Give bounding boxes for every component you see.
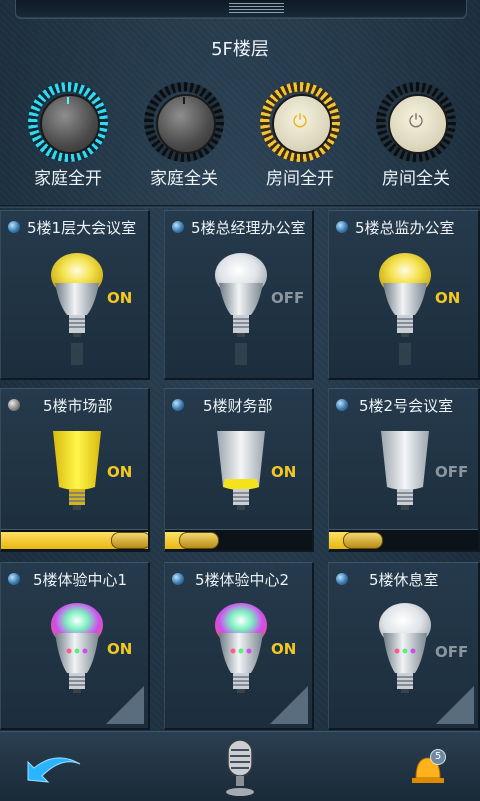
grip-lines-icon xyxy=(229,3,284,13)
room-name: 5楼体验中心2 xyxy=(195,571,290,589)
bulb-icon xyxy=(51,253,103,365)
room-tile-5f-experience-center-2[interactable]: 5楼体验中心2 ON xyxy=(164,562,314,730)
home-all-on-knob[interactable] xyxy=(28,82,108,162)
room-name: 5楼总经理办公室 xyxy=(191,219,306,237)
globe-icon xyxy=(8,573,20,585)
knob-icon xyxy=(156,94,216,154)
dimmer-slider[interactable] xyxy=(329,529,478,550)
room-tile-5f-lounge[interactable]: 5楼休息室 OFF xyxy=(328,562,480,730)
knob-icon xyxy=(40,94,100,154)
home-all-on-label: 家庭全开 xyxy=(34,169,102,189)
state-label: ON xyxy=(107,289,133,307)
state-label: ON xyxy=(107,640,133,658)
state-label: ON xyxy=(271,463,297,481)
knob-indicator xyxy=(183,97,185,104)
globe-icon xyxy=(172,399,184,411)
bulb-icon xyxy=(51,603,103,693)
room-tile-5f-finance[interactable]: 5楼财务部 ON xyxy=(164,388,314,552)
room-tile-5f-conference-hall[interactable]: 5楼1层大会议室 ON xyxy=(0,210,150,380)
state-label: ON xyxy=(435,289,461,307)
state-label: OFF xyxy=(435,463,469,481)
power-icon: ⏻ xyxy=(408,111,424,132)
room-name: 5楼总监办公室 xyxy=(355,219,455,237)
room-all-off-knob[interactable]: ⏻ xyxy=(376,82,456,162)
state-label: ON xyxy=(107,463,133,481)
room-all-off-label: 房间全关 xyxy=(382,169,450,189)
globe-icon xyxy=(336,221,348,233)
room-tile-5f-experience-center-1[interactable]: 5楼体验中心1 ON xyxy=(0,562,150,730)
room-name: 5楼2号会议室 xyxy=(359,397,454,415)
home-all-off-label: 家庭全关 xyxy=(150,169,218,189)
power-icon: ⏻ xyxy=(292,111,308,132)
state-label: ON xyxy=(271,640,297,658)
expand-corner-icon[interactable] xyxy=(270,686,308,724)
floor-title: 5F楼层 xyxy=(211,39,269,60)
globe-icon xyxy=(336,399,348,411)
room-name: 5楼1层大会议室 xyxy=(27,219,137,237)
expand-corner-icon[interactable] xyxy=(436,686,474,724)
room-name: 5楼市场部 xyxy=(43,397,113,415)
room-all-on-label: 房间全开 xyxy=(266,169,334,189)
bulb-icon xyxy=(215,603,267,693)
bulb-icon xyxy=(381,431,429,510)
room-tile-5f-gm-office[interactable]: 5楼总经理办公室 OFF xyxy=(164,210,314,380)
room-name: 5楼财务部 xyxy=(203,397,273,415)
notification-badge: 5 xyxy=(430,749,446,765)
room-all-on-knob[interactable]: ⏻ xyxy=(260,82,340,162)
state-label: OFF xyxy=(271,289,305,307)
bulb-icon xyxy=(215,253,267,365)
room-name: 5楼休息室 xyxy=(369,571,439,589)
bulb-icon xyxy=(379,253,431,365)
room-tile-5f-marketing[interactable]: 5楼市场部 ON xyxy=(0,388,150,552)
microphone-icon[interactable] xyxy=(222,738,258,798)
dimmer-slider[interactable] xyxy=(1,529,148,550)
globe-icon xyxy=(172,573,184,585)
home-all-off-knob[interactable] xyxy=(144,82,224,162)
pull-down-handle[interactable] xyxy=(15,0,467,19)
dimmer-thumb[interactable] xyxy=(179,532,219,549)
state-label: OFF xyxy=(435,643,469,661)
bulb-icon xyxy=(53,431,101,510)
room-name: 5楼体验中心1 xyxy=(33,571,128,589)
globe-icon xyxy=(336,573,348,585)
bulb-icon xyxy=(379,603,431,693)
dimmer-thumb[interactable] xyxy=(343,532,383,549)
room-tile-5f-director-office[interactable]: 5楼总监办公室 ON xyxy=(328,210,480,380)
knob-indicator xyxy=(67,97,69,104)
bulb-icon xyxy=(217,431,265,510)
back-arrow-icon[interactable] xyxy=(22,748,84,784)
divider xyxy=(0,205,480,208)
globe-icon xyxy=(8,221,20,233)
dimmer-slider[interactable] xyxy=(165,529,312,550)
dimmer-thumb[interactable] xyxy=(111,532,148,549)
expand-corner-icon[interactable] xyxy=(106,686,144,724)
room-tile-5f-meeting-room-2[interactable]: 5楼2号会议室 OFF xyxy=(328,388,480,552)
globe-icon xyxy=(172,221,184,233)
globe-icon xyxy=(8,399,20,411)
